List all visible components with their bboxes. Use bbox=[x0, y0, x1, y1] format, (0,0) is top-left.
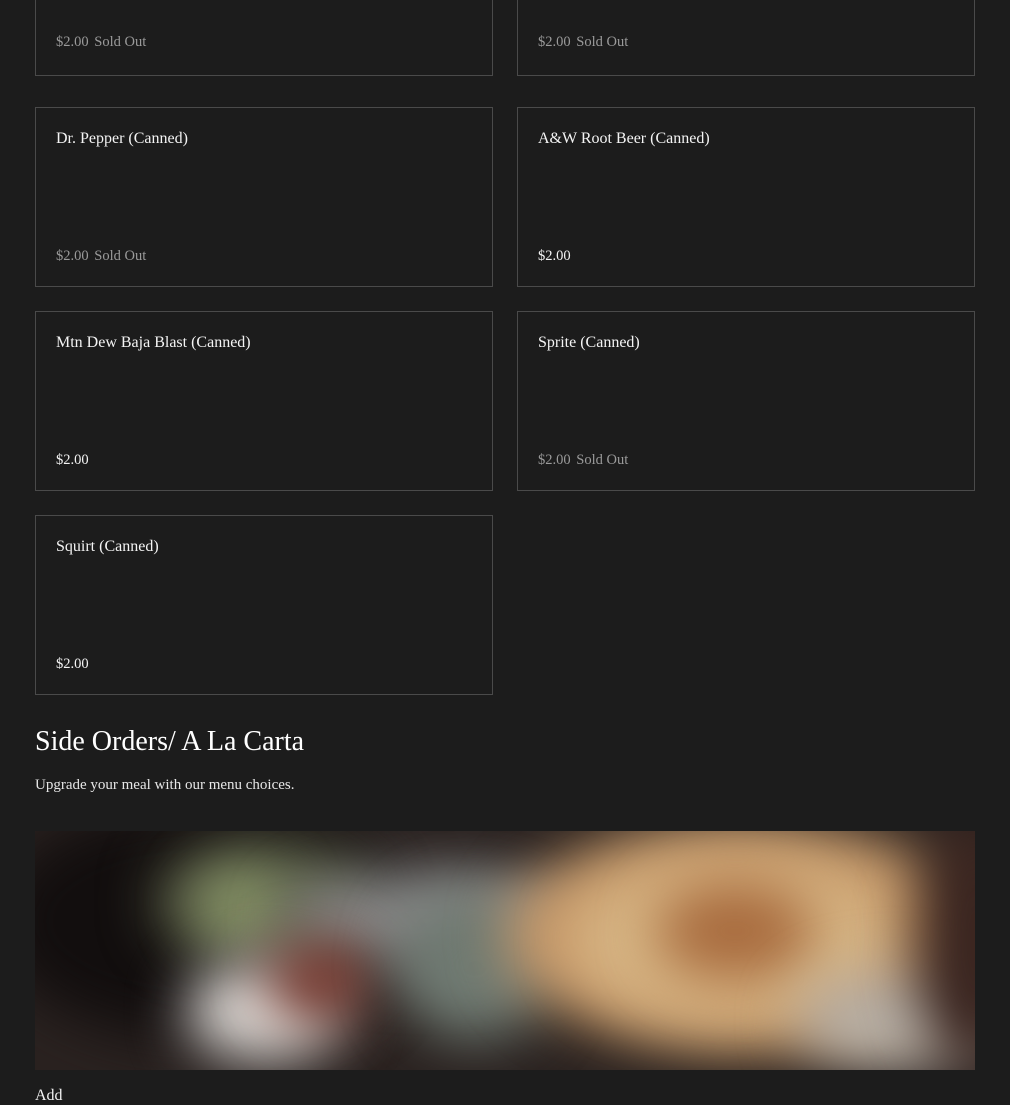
item-price: $2.00 bbox=[538, 34, 571, 50]
section-description: Upgrade your meal with our menu choices. bbox=[35, 777, 295, 793]
price-row: $2.00 bbox=[538, 248, 571, 265]
menu-item-squirt[interactable]: Squirt (Canned) $2.00 bbox=[35, 515, 493, 695]
item-name: Squirt (Canned) bbox=[56, 538, 159, 555]
item-name: Sprite (Canned) bbox=[538, 334, 640, 351]
price-row: $2.00 bbox=[56, 656, 89, 673]
item-price: $2.00 bbox=[56, 34, 89, 50]
item-price: $2.00 bbox=[56, 452, 89, 468]
next-item-name-partial[interactable]: Add bbox=[35, 1087, 63, 1105]
price-row: $2.00 Sold Out bbox=[56, 248, 146, 265]
item-name: Dr. Pepper (Canned) bbox=[56, 130, 188, 147]
price-row: $2.00 Sold Out bbox=[538, 34, 628, 51]
price-row: $2.00 bbox=[56, 452, 89, 469]
menu-item-mtn-dew-baja-blast[interactable]: Mtn Dew Baja Blast (Canned) $2.00 bbox=[35, 311, 493, 491]
food-photo-image bbox=[35, 831, 975, 1070]
item-price: $2.00 bbox=[538, 248, 571, 264]
sold-out-label: Sold Out bbox=[94, 248, 147, 264]
section-title: Side Orders/ A La Carta bbox=[35, 726, 305, 757]
price-row: $2.00 Sold Out bbox=[538, 452, 628, 469]
menu-item-card[interactable]: $2.00 Sold Out bbox=[517, 0, 975, 76]
sold-out-label: Sold Out bbox=[94, 34, 147, 50]
menu-item-sprite[interactable]: Sprite (Canned) $2.00 Sold Out bbox=[517, 311, 975, 491]
item-price: $2.00 bbox=[56, 248, 89, 264]
menu-item-aw-root-beer[interactable]: A&W Root Beer (Canned) $2.00 bbox=[517, 107, 975, 287]
item-price: $2.00 bbox=[538, 452, 571, 468]
price-row: $2.00 Sold Out bbox=[56, 34, 146, 51]
item-name: A&W Root Beer (Canned) bbox=[538, 130, 710, 147]
sold-out-label: Sold Out bbox=[576, 34, 629, 50]
item-name: Mtn Dew Baja Blast (Canned) bbox=[56, 334, 251, 351]
menu-item-card[interactable]: $2.00 Sold Out bbox=[35, 0, 493, 76]
sold-out-label: Sold Out bbox=[576, 452, 629, 468]
item-price: $2.00 bbox=[56, 656, 89, 672]
menu-item-dr-pepper[interactable]: Dr. Pepper (Canned) $2.00 Sold Out bbox=[35, 107, 493, 287]
